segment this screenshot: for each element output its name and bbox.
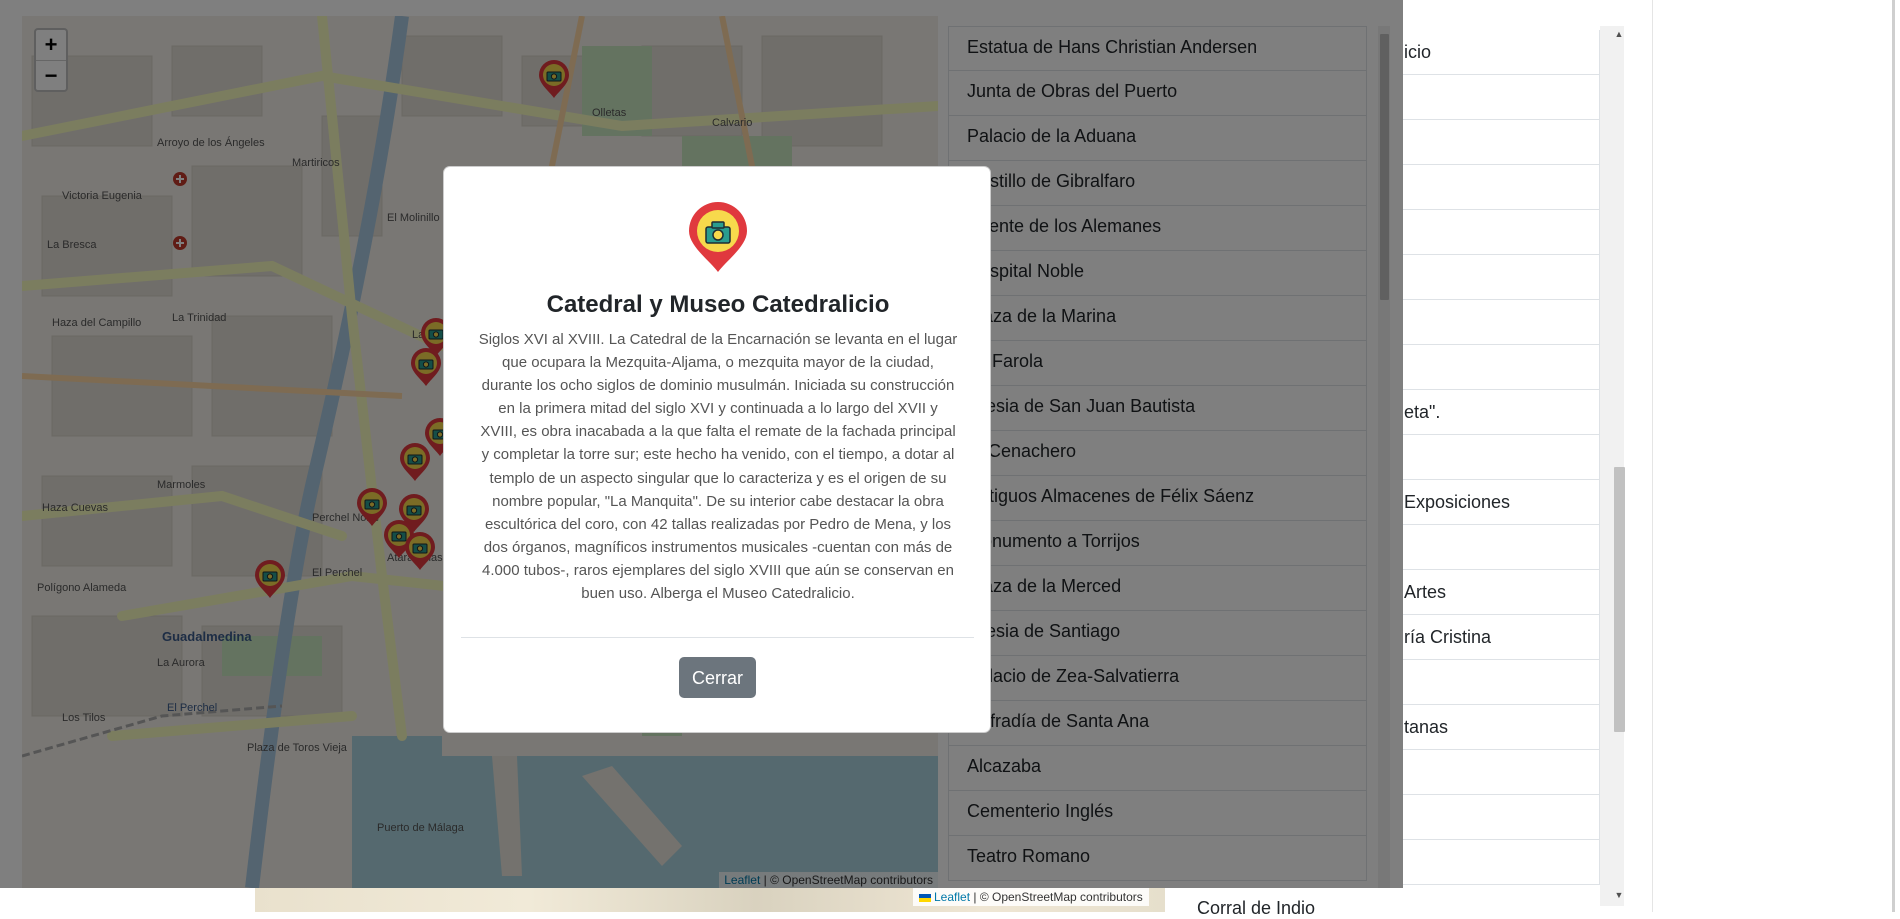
- close-button[interactable]: Cerrar: [679, 657, 756, 698]
- background-divider: [1652, 0, 1653, 912]
- page-scrollbar[interactable]: [1892, 0, 1895, 912]
- modal-description: Siglos XVI al XVIII. La Catedral de la E…: [478, 331, 958, 603]
- modal-title: Catedral y Museo Catedralicio: [546, 291, 890, 318]
- place-detail-modal: Catedral y Museo Catedralicio Siglos XVI…: [443, 166, 991, 733]
- modal-footer-divider: [461, 637, 974, 638]
- ukraine-flag-icon: [919, 893, 931, 902]
- background-map-attribution: Leaflet | © OpenStreetMap contributors: [913, 888, 1149, 906]
- background-leaflet-link[interactable]: Leaflet: [934, 890, 970, 904]
- camera-pin-icon: [689, 202, 747, 272]
- background-list-item-label: Artes: [1404, 582, 1447, 602]
- background-list-item-label: tanas: [1404, 717, 1449, 737]
- background-list-item-label: icio: [1404, 42, 1432, 62]
- attribution-separator: | ©: [970, 890, 992, 904]
- background-list-item-label: ría Cristina: [1404, 627, 1492, 647]
- background-scrollbar-thumb[interactable]: [1614, 467, 1625, 732]
- background-list-item-label: Exposiciones: [1404, 492, 1511, 512]
- scroll-down-arrow-icon[interactable]: ▼: [1612, 890, 1626, 904]
- background-scrollbar[interactable]: [1600, 26, 1624, 906]
- background-list-item-label: eta".: [1404, 402, 1441, 422]
- background-osm-link[interactable]: OpenStreetMap contributors: [992, 890, 1143, 904]
- background-list-item-partial: Corral de Indio: [1197, 898, 1316, 918]
- scroll-up-arrow-icon[interactable]: ▲: [1612, 29, 1626, 43]
